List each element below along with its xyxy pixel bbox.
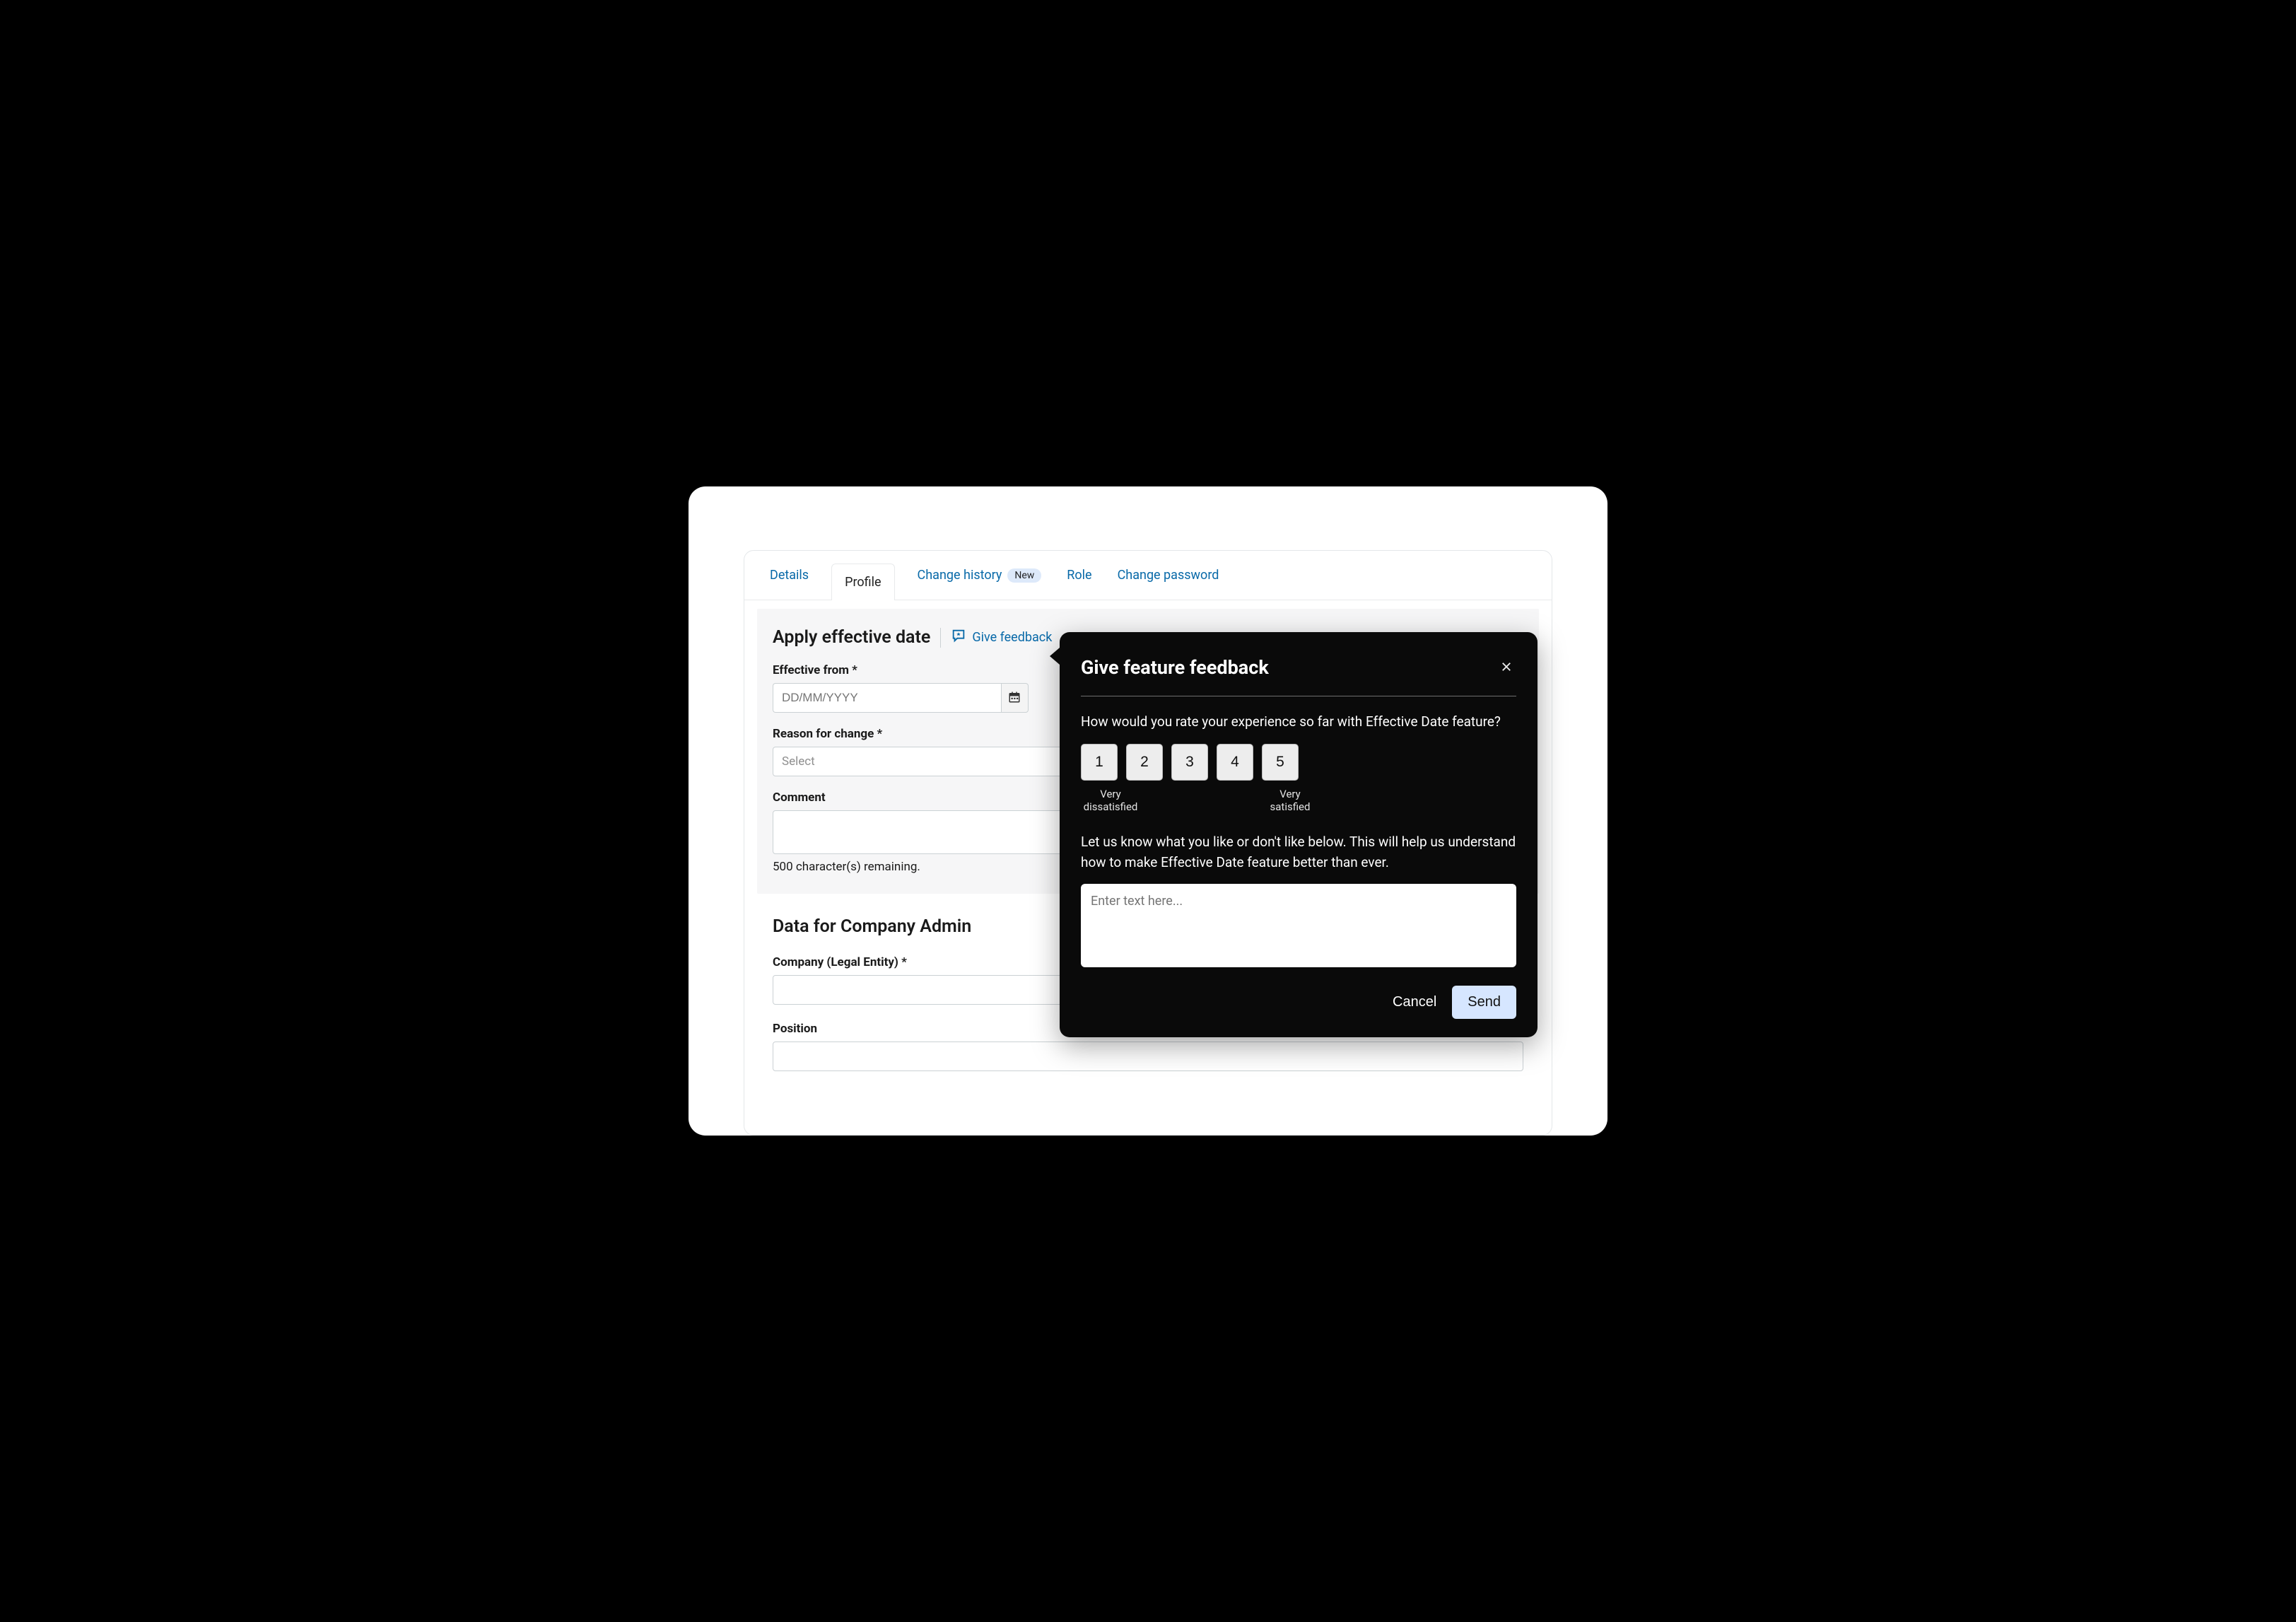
- give-feedback-link[interactable]: Give feedback: [951, 628, 1052, 647]
- rating-5[interactable]: 5: [1262, 744, 1299, 781]
- send-button[interactable]: Send: [1452, 986, 1516, 1019]
- give-feedback-label: Give feedback: [972, 630, 1052, 645]
- app-stage: Details Profile Change history New Role …: [689, 486, 1607, 1136]
- tab-change-history-label: Change history: [918, 568, 1002, 583]
- rating-row: 1 2 3 4 5: [1081, 744, 1516, 781]
- tab-change-password[interactable]: Change password: [1115, 551, 1222, 600]
- rating-1[interactable]: 1: [1081, 744, 1118, 781]
- rating-4[interactable]: 4: [1217, 744, 1253, 781]
- rating-2[interactable]: 2: [1126, 744, 1163, 781]
- popover-title: Give feature feedback: [1081, 656, 1269, 679]
- header-divider: [940, 628, 941, 648]
- feedback-popover: Give feature feedback How would you rate…: [1060, 632, 1538, 1037]
- rating-question: How would you rate your experience so fa…: [1081, 712, 1516, 733]
- popover-actions: Cancel Send: [1081, 986, 1516, 1019]
- feedback-star-icon: [951, 628, 966, 647]
- cancel-button[interactable]: Cancel: [1393, 994, 1436, 1010]
- tab-change-history[interactable]: Change history New: [915, 551, 1045, 600]
- effective-title: Apply effective date: [773, 627, 930, 648]
- close-icon: [1500, 660, 1513, 675]
- calendar-icon: [1008, 691, 1021, 706]
- tab-details[interactable]: Details: [767, 551, 812, 600]
- popover-close-button[interactable]: [1496, 658, 1516, 677]
- calendar-button[interactable]: [1001, 683, 1029, 713]
- rating-high-label: Very satisfied: [1267, 788, 1313, 815]
- position-input[interactable]: [773, 1042, 1523, 1071]
- new-pill: New: [1007, 568, 1041, 583]
- tabs-bar: Details Profile Change history New Role …: [744, 551, 1552, 600]
- effective-from-input-wrap: [773, 683, 1029, 713]
- rating-low-label: Very dissatisfied: [1081, 788, 1140, 815]
- rating-3[interactable]: 3: [1171, 744, 1208, 781]
- rating-labels-row: Very dissatisfied Very satisfied: [1081, 788, 1516, 815]
- popover-header: Give feature feedback: [1081, 656, 1516, 696]
- textarea-instruction: Let us know what you like or don't like …: [1081, 832, 1516, 873]
- tab-role[interactable]: Role: [1064, 551, 1094, 600]
- tab-profile[interactable]: Profile: [831, 564, 894, 600]
- feedback-textarea[interactable]: [1081, 884, 1516, 967]
- effective-from-input[interactable]: [773, 683, 1001, 713]
